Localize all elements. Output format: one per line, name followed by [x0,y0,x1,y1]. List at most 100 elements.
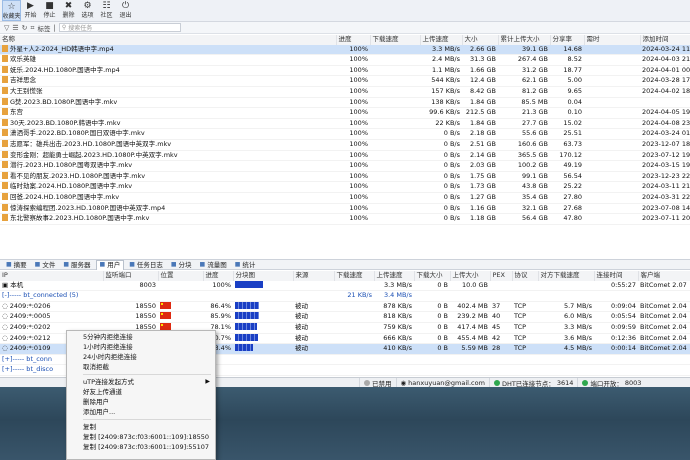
peer-row[interactable]: ▣ 本机 8003 100% 3.3 MB/s 0 B 10.0 GB 0:55:27 Bit… [0,280,690,292]
menu-item[interactable]: 复制 [2409:873c:f03:6001::109]:55107 [67,442,215,452]
task-down [370,107,420,119]
column-header[interactable]: 下载速度 [370,35,421,45]
task-added: 2023-07-08 14:49:50 [640,203,690,215]
column-header[interactable]: 协议 [512,271,539,281]
list-view-icon[interactable]: ☰ [12,23,18,33]
peer-ip[interactable]: 本机 [10,281,23,289]
menu-item[interactable]: 复制 [67,422,215,432]
menu-item[interactable]: 删除用户 [67,397,215,407]
task-row[interactable]: 惊涛探索编程团.2023.HD.1080P.国语中英双字.mp4 100% 0 B/… [0,203,690,215]
column-header[interactable]: 分享率 [550,35,585,45]
power-button[interactable]: ⏻ 退出 [116,0,135,21]
peer-time [594,364,638,376]
column-header[interactable]: 添加时间 [640,35,690,45]
task-row[interactable]: 回爸.2024.HD.1080P.国语中字.mkv 100% 0 B/s 1.27 G… [0,192,690,204]
play-button[interactable]: ▶ 开始 [21,0,40,21]
column-header[interactable]: PEX [490,271,513,281]
column-header[interactable]: 进度 [336,35,371,45]
peer-ip[interactable]: 2409:*:0206 [10,302,51,310]
task-row[interactable]: 变形金刚：超能勇士崛起.2023.HD.1080P.中英双字.mkv 100% 0 … [0,150,690,162]
peer-block [233,280,293,292]
menu-item-label: uTP连接发起方式 [83,378,135,386]
menu-item[interactable]: 24小时内拒绝连接 [67,352,215,362]
task-row[interactable]: 东北警察故事2.2023.HD.1080P.国语中字.mkv 100% 0 B/s 1… [0,213,690,225]
peer-ip[interactable]: 2409:*:0202 [10,323,51,331]
menu-item[interactable]: 5分钟内拒绝连接 [67,332,215,342]
peer-ip[interactable]: 2409:*:0005 [10,312,51,320]
task-row[interactable]: 临时劫案.2024.HD.1080P.国语中字.mkv 100% 0 B/s 1.73… [0,181,690,193]
menu-item[interactable]: uTP连接发起方式 ▶ [67,377,215,387]
refresh-icon[interactable]: ↻ [22,23,28,33]
peer-time [594,354,638,366]
delete-button[interactable]: ✖ 删除 [59,0,78,21]
peer-group-label[interactable]: [-]----- bt_connected (5) [2,291,78,299]
tab-stats[interactable]: ■ 统计 [232,260,259,270]
task-row[interactable]: 志愿军：雄兵出击.2023.HD.1080P.国语中英双字.mkv 100% 0 B… [0,139,690,151]
column-header[interactable]: 下载速度 [334,271,375,281]
task-row[interactable]: 30天.2023.BD.1080P.韩语中字.mkv 100% 22 KB/s 1.8… [0,118,690,130]
tab-traffic[interactable]: ■ 流量图 [197,260,230,270]
star-button[interactable]: ☆ 收藏夹 [2,0,21,21]
task-row[interactable]: 潇洒哥手.2022.BD.1080P.国日双语中字.mkv 100% 0 B/s 2.… [0,128,690,140]
column-header[interactable]: 累计上传大小 [498,35,551,45]
menu-item[interactable]: 添加用户... [67,407,215,417]
column-header[interactable]: 客户端 [638,271,690,281]
peer-row[interactable]: ◌ 2409:*:0206 18550 86.4% 被动 878 KB/s 0 B 402.… [0,301,690,313]
peer-group-row[interactable]: [-]----- bt_connected (5) 21 KB/s 3.4 MB/s [0,290,690,302]
task-row[interactable]: 大王别慌张 100% 157 KB/s 8.42 GB 81.2 GB 9.65 2024-… [0,86,690,98]
task-row[interactable]: 妩乐.2024.HD.1080P.国语中字.mp4 100% 1.1 MB/s 1.6… [0,65,690,77]
tab-block[interactable]: ■ 分块 [168,260,195,270]
column-header[interactable]: 对方下载速度 [538,271,595,281]
column-header[interactable]: 上传速度 [420,35,463,45]
peer-src [293,280,334,292]
task-ratio: 5.00 [550,75,584,87]
stop-button[interactable]: ■ 停止 [40,0,59,21]
filter-icon[interactable]: ▽ [4,23,9,33]
peer-peer-down: 5.7 MB/s [538,301,594,313]
task-row[interactable]: 潜行.2023.HD.1080P.国粤双语中字.mkv 100% 0 B/s 2.03… [0,160,690,172]
column-header[interactable]: 监听端口 [103,271,159,281]
menu-item[interactable]: 取消拒截 [67,362,215,372]
tab-server[interactable]: ■ 服务器 [60,260,93,270]
search-input[interactable]: ⚲ 搜索任务 [58,23,181,32]
tab-log[interactable]: ■ 任务日志 [126,260,166,270]
peer-row[interactable]: ◌ 2409:*:0005 18550 85.9% 被动 818 KB/s 0 B 239.… [0,311,690,323]
task-row[interactable]: 欢乐英雄 100% 2.4 MB/s 31.3 GB 267.4 GB 8.52 2024-… [0,54,690,66]
peer-group-label[interactable]: [+]----- bt_disco [2,365,53,373]
column-header[interactable]: 需时 [584,35,641,45]
task-row[interactable]: 吉祥思念 100% 544 KB/s 12.4 GB 62.1 GB 5.00 2024-0… [0,75,690,87]
tag-icon[interactable]: ⌗ [31,23,35,33]
column-header[interactable]: 大小 [462,35,499,45]
column-header[interactable]: 上传速度 [374,271,415,281]
menu-item[interactable]: 复制 [2409:873c:f03:6001::109]:18550 [67,432,215,442]
column-header[interactable]: 位置 [158,271,204,281]
column-header[interactable]: 名称 [0,35,337,45]
tab-summary[interactable]: ■ 摘要 [3,260,30,270]
menu-item[interactable]: 1小时内拒绝连接 [67,342,215,352]
task-row[interactable]: G焚.2023.BD.1080P.国语中字.mkv 100% 138 KB/s 1.8… [0,97,690,109]
column-header[interactable]: 来源 [293,271,335,281]
column-header[interactable]: 连接时间 [594,271,639,281]
file-icon [2,182,8,190]
column-header[interactable]: 分块图 [233,271,294,281]
peer-peer-down: 3.6 MB/s [538,333,594,345]
task-row[interactable]: 东宫 100% 99.6 KB/s 212.5 GB 21.3 GB 0.10 2024-0… [0,107,690,119]
gear-button[interactable]: ⚙ 选项 [78,0,97,21]
tag-label[interactable]: 标签 [38,23,51,33]
peer-ip[interactable]: 2409:*:0212 [10,334,51,342]
column-header[interactable]: 下载大小 [414,271,451,281]
peer-usize [450,354,490,366]
column-header[interactable]: 上传大小 [450,271,491,281]
menu-item[interactable]: 好友上传通道 [67,387,215,397]
tab-user[interactable]: ■ 用户 [95,259,125,270]
peer-ip[interactable]: 2409:*:0109 [10,344,51,352]
task-row[interactable]: 外星+人2-2024_HD韩语中字.mp4 100% 3.3 MB/s 2.66 GB… [0,44,690,56]
task-row[interactable]: 看不见的朋友.2023.HD.1080P.国语中字.mkv 100% 0 B/s 1.… [0,171,690,183]
peer-down [334,364,374,376]
column-header[interactable]: IP [0,271,104,281]
community-button[interactable]: ☷ 社区 [97,0,116,21]
star-icon: ☆ [7,2,16,12]
tab-file[interactable]: ■ 文件 [32,260,59,270]
peer-group-label[interactable]: [+]----- bt_conn [2,355,52,363]
column-header[interactable]: 进度 [203,271,234,281]
